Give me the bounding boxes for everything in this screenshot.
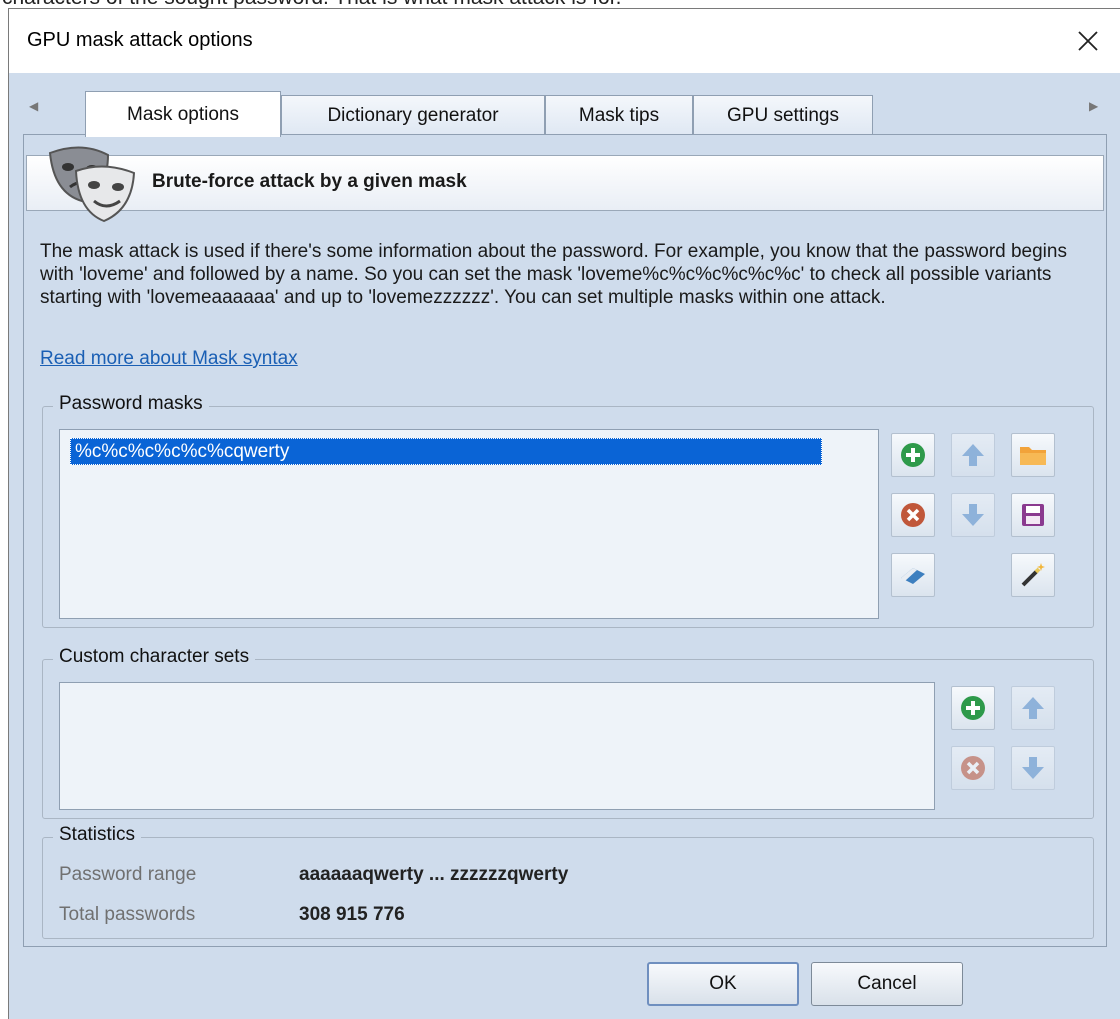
tab-label: Mask options [127, 103, 239, 125]
remove-icon [901, 503, 925, 527]
tab-mask-options[interactable]: Mask options [85, 91, 281, 137]
group-title: Custom character sets [53, 646, 256, 668]
charset-move-down-button[interactable] [1011, 746, 1055, 790]
folder-icon [1020, 447, 1046, 465]
tab-strip: ◀ Mask options Dictionary generator Mask… [9, 73, 1120, 137]
move-up-button[interactable] [951, 433, 995, 477]
list-item[interactable]: %c%c%c%c%c%cqwerty [70, 438, 822, 465]
cancel-button[interactable]: Cancel [811, 962, 963, 1006]
close-icon [1078, 31, 1098, 51]
password-masks-list[interactable]: %c%c%c%c%c%cqwerty [59, 429, 879, 619]
open-file-button[interactable] [1011, 433, 1055, 477]
tab-gpu-settings[interactable]: GPU settings [693, 95, 873, 135]
save-icon [1022, 504, 1044, 526]
header-title: Brute-force attack by a given mask [152, 171, 467, 192]
group-title: Password masks [53, 393, 209, 415]
remove-icon [961, 756, 985, 780]
custom-sets-list[interactable] [59, 682, 935, 810]
theater-masks-icon [48, 146, 136, 223]
tab-dictionary-generator[interactable]: Dictionary generator [281, 95, 545, 135]
custom-character-sets-group: Custom character sets [42, 646, 1094, 819]
remove-charset-button[interactable] [951, 746, 995, 790]
tab-mask-tips[interactable]: Mask tips [545, 95, 693, 135]
mask-options-panel: Brute-force attack by a given mask The m… [23, 134, 1107, 947]
clear-masks-button[interactable] [891, 553, 935, 597]
arrow-up-icon [962, 444, 984, 466]
dialog-window: GPU mask attack options ◀ Mask options D… [8, 8, 1120, 1019]
document-clipped-text: characters of the sought password. That … [0, 0, 1120, 8]
magic-wand-icon [1021, 563, 1045, 587]
close-button[interactable] [1056, 9, 1120, 73]
statistics-group: Statistics Password range aaaaaaqwerty .… [42, 824, 1094, 939]
move-down-button[interactable] [951, 493, 995, 537]
tab-label: Mask tips [578, 104, 660, 126]
charset-move-up-button[interactable] [1011, 686, 1055, 730]
save-file-button[interactable] [1011, 493, 1055, 537]
ok-button[interactable]: OK [647, 962, 799, 1006]
header-banner: Brute-force attack by a given mask [26, 155, 1104, 211]
group-title: Statistics [53, 824, 142, 846]
tab-label: Dictionary generator [327, 104, 499, 126]
add-mask-button[interactable] [891, 433, 935, 477]
tab-label: GPU settings [727, 104, 839, 126]
add-charset-button[interactable] [951, 686, 995, 730]
description-text: The mask attack is used if there's some … [40, 241, 1067, 308]
arrow-down-icon [1022, 757, 1044, 779]
password-range-value: aaaaaaqwerty ... zzzzzzqwerty [299, 864, 569, 885]
password-masks-group: Password masks %c%c%c%c%c%cqwerty [42, 393, 1094, 628]
arrow-down-icon [962, 504, 984, 526]
dialog-client: ◀ Mask options Dictionary generator Mask… [9, 73, 1120, 1019]
eraser-icon [901, 568, 925, 584]
arrow-up-icon [1022, 697, 1044, 719]
tab-scroll-right-button[interactable]: ▶ [1089, 99, 1098, 113]
mask-syntax-link[interactable]: Read more about Mask syntax [40, 348, 298, 370]
remove-mask-button[interactable] [891, 493, 935, 537]
total-passwords-value: 308 915 776 [299, 904, 405, 925]
window-title: GPU mask attack options [27, 29, 253, 51]
total-passwords-label: Total passwords [59, 904, 196, 925]
tab-scroll-left-button[interactable]: ◀ [29, 99, 38, 113]
password-range-label: Password range [59, 864, 197, 885]
title-bar: GPU mask attack options [9, 9, 1120, 73]
mask-wizard-button[interactable] [1011, 553, 1055, 597]
add-icon [961, 696, 985, 720]
add-icon [901, 443, 925, 467]
